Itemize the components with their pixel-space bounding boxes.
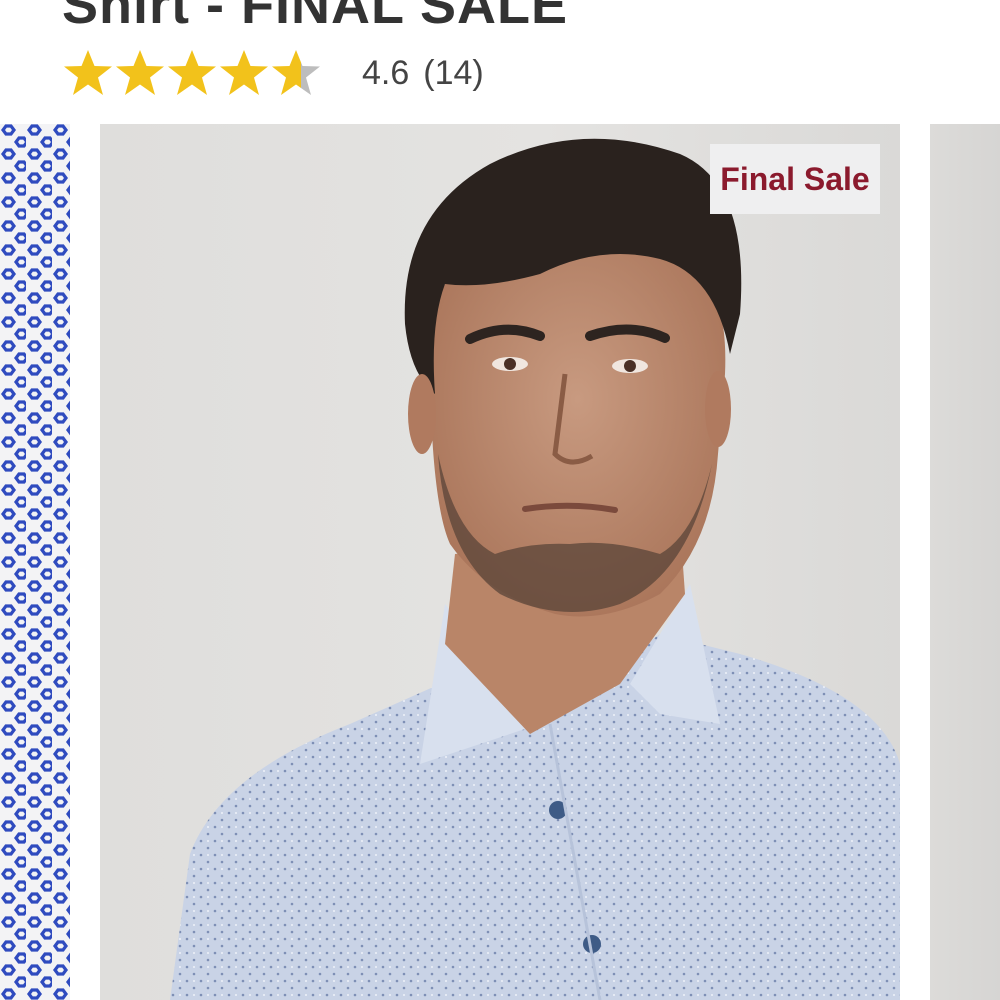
rating-value: 4.6 [362,53,410,92]
next-image-slide[interactable] [930,124,1000,1000]
star-rating [62,47,322,99]
final-sale-badge: Final Sale [710,144,880,214]
product-image-carousel[interactable]: Final Sale [0,124,1000,1000]
main-product-image[interactable]: Final Sale [100,124,900,1000]
star-icon [64,50,112,95]
fabric-pattern-image [0,124,70,1000]
star-icon [272,50,320,95]
star-icon [168,50,216,95]
rating-row[interactable]: 4.6 (14) [62,46,484,100]
model-photo [170,138,900,1000]
star-icon [220,50,268,95]
previous-image-slide[interactable] [0,124,70,1000]
product-title: Shirt - FINAL SALE [62,0,569,35]
star-icon [116,50,164,95]
review-count-link[interactable]: (14) [423,54,483,93]
